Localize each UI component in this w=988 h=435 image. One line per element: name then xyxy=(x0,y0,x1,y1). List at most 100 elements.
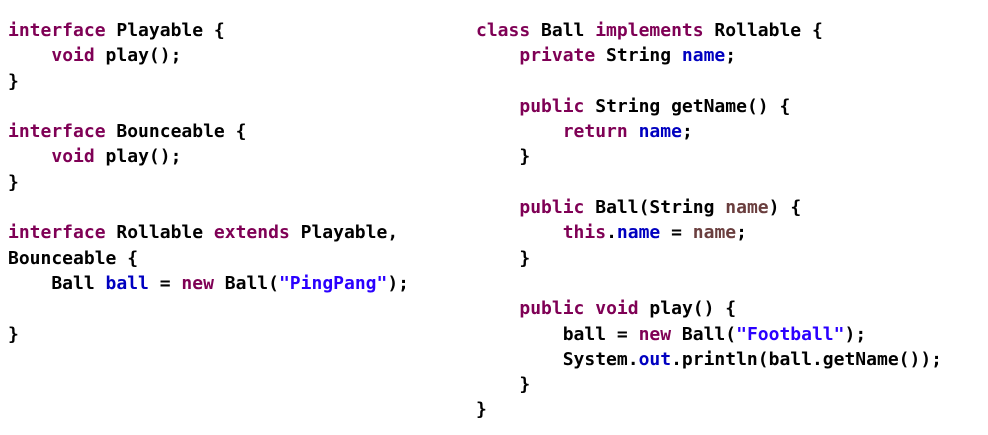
code-token: name xyxy=(681,45,726,67)
code-line: public String getName() { xyxy=(476,94,942,119)
code-token: ); xyxy=(387,272,410,294)
code-token: Ball xyxy=(8,272,106,294)
code-line: interface Bounceable { xyxy=(8,119,409,144)
code-token: } xyxy=(8,70,19,92)
code-token: ) { xyxy=(768,197,802,219)
code-token: . xyxy=(606,222,617,244)
code-token: "Football" xyxy=(736,323,845,345)
code-token: Rollable xyxy=(105,222,214,244)
code-token: ball xyxy=(105,272,149,294)
code-token: Ball xyxy=(530,20,596,41)
code-token: = xyxy=(148,272,182,294)
code-token: public xyxy=(519,197,585,219)
code-token: play() { xyxy=(638,298,737,320)
code-token: Bounceable { xyxy=(105,121,247,143)
code-token: Playable, xyxy=(289,222,399,244)
code-token: ball = xyxy=(476,323,639,345)
code-token: String getName() { xyxy=(584,95,791,117)
code-token: public xyxy=(519,95,585,117)
code-token: new xyxy=(181,272,214,294)
code-token: interface xyxy=(8,121,106,143)
code-token: Playable { xyxy=(105,20,225,41)
code-line: void play(); xyxy=(8,43,409,68)
code-line: this.name = name; xyxy=(476,220,942,245)
code-token: = xyxy=(660,222,693,244)
code-token: this xyxy=(562,222,607,244)
code-line: } xyxy=(8,69,409,94)
code-token: public xyxy=(519,298,585,320)
code-token: } xyxy=(476,146,531,168)
code-token: private xyxy=(519,45,596,67)
code-token: new xyxy=(638,323,672,345)
code-token: void xyxy=(595,298,639,320)
code-token: Bounceable { xyxy=(8,247,139,269)
code-line: interface Rollable extends Playable, xyxy=(8,220,409,245)
code-token: } xyxy=(476,399,487,421)
code-line: private String name; xyxy=(476,43,942,68)
code-line: return name; xyxy=(476,119,942,144)
code-line: } xyxy=(476,397,942,422)
code-token: Ball( xyxy=(213,272,279,294)
code-token: Ball(String xyxy=(584,197,726,219)
code-line: } xyxy=(476,372,942,397)
code-line: public Ball(String name) { xyxy=(476,195,942,220)
code-line: Bounceable { xyxy=(8,246,409,271)
code-token: play(); xyxy=(94,45,182,67)
code-line: void play(); xyxy=(8,144,409,169)
code-line: } xyxy=(8,170,409,195)
code-token: ); xyxy=(844,323,867,345)
code-token: } xyxy=(8,323,19,345)
code-line: class Ball implements Rollable { xyxy=(476,18,942,43)
code-line: } xyxy=(476,144,942,169)
code-token: void xyxy=(51,45,95,67)
left-code-block: interface Playable { void play();} interf… xyxy=(8,18,409,347)
code-token: implements xyxy=(595,20,704,41)
code-token: void xyxy=(51,146,95,168)
code-token: } xyxy=(476,374,531,396)
code-line: ball = new Ball("Football"); xyxy=(476,322,942,347)
code-line: public void play() { xyxy=(476,296,942,321)
code-line: Ball ball = new Ball("PingPang"); xyxy=(8,271,409,296)
code-token: String xyxy=(595,45,682,67)
code-line: } xyxy=(476,246,942,271)
code-token: name xyxy=(638,121,682,143)
code-token: ; xyxy=(681,121,693,143)
code-token: name xyxy=(725,197,769,219)
code-token: name xyxy=(692,222,737,244)
code-token: Ball( xyxy=(671,323,737,345)
code-token: interface xyxy=(8,20,106,41)
code-token: return xyxy=(562,121,628,143)
code-token: interface xyxy=(8,222,106,244)
code-token: out xyxy=(638,348,672,370)
code-line: System.out.println(ball.getName()); xyxy=(476,347,942,372)
code-token: class xyxy=(476,20,531,41)
code-token: .println(ball.getName()); xyxy=(671,348,943,370)
code-token: "PingPang" xyxy=(278,272,388,294)
code-token: ; xyxy=(736,222,747,244)
code-token: } xyxy=(8,171,19,193)
code-line: } xyxy=(8,322,409,347)
code-token: } xyxy=(476,247,531,269)
right-code-block: class Ball implements Rollable { private… xyxy=(476,18,942,423)
code-token: name xyxy=(616,222,661,244)
code-token: System. xyxy=(476,348,639,370)
code-line: interface Playable { xyxy=(8,18,409,43)
code-token: Rollable { xyxy=(703,20,823,41)
code-token: play(); xyxy=(94,146,182,168)
